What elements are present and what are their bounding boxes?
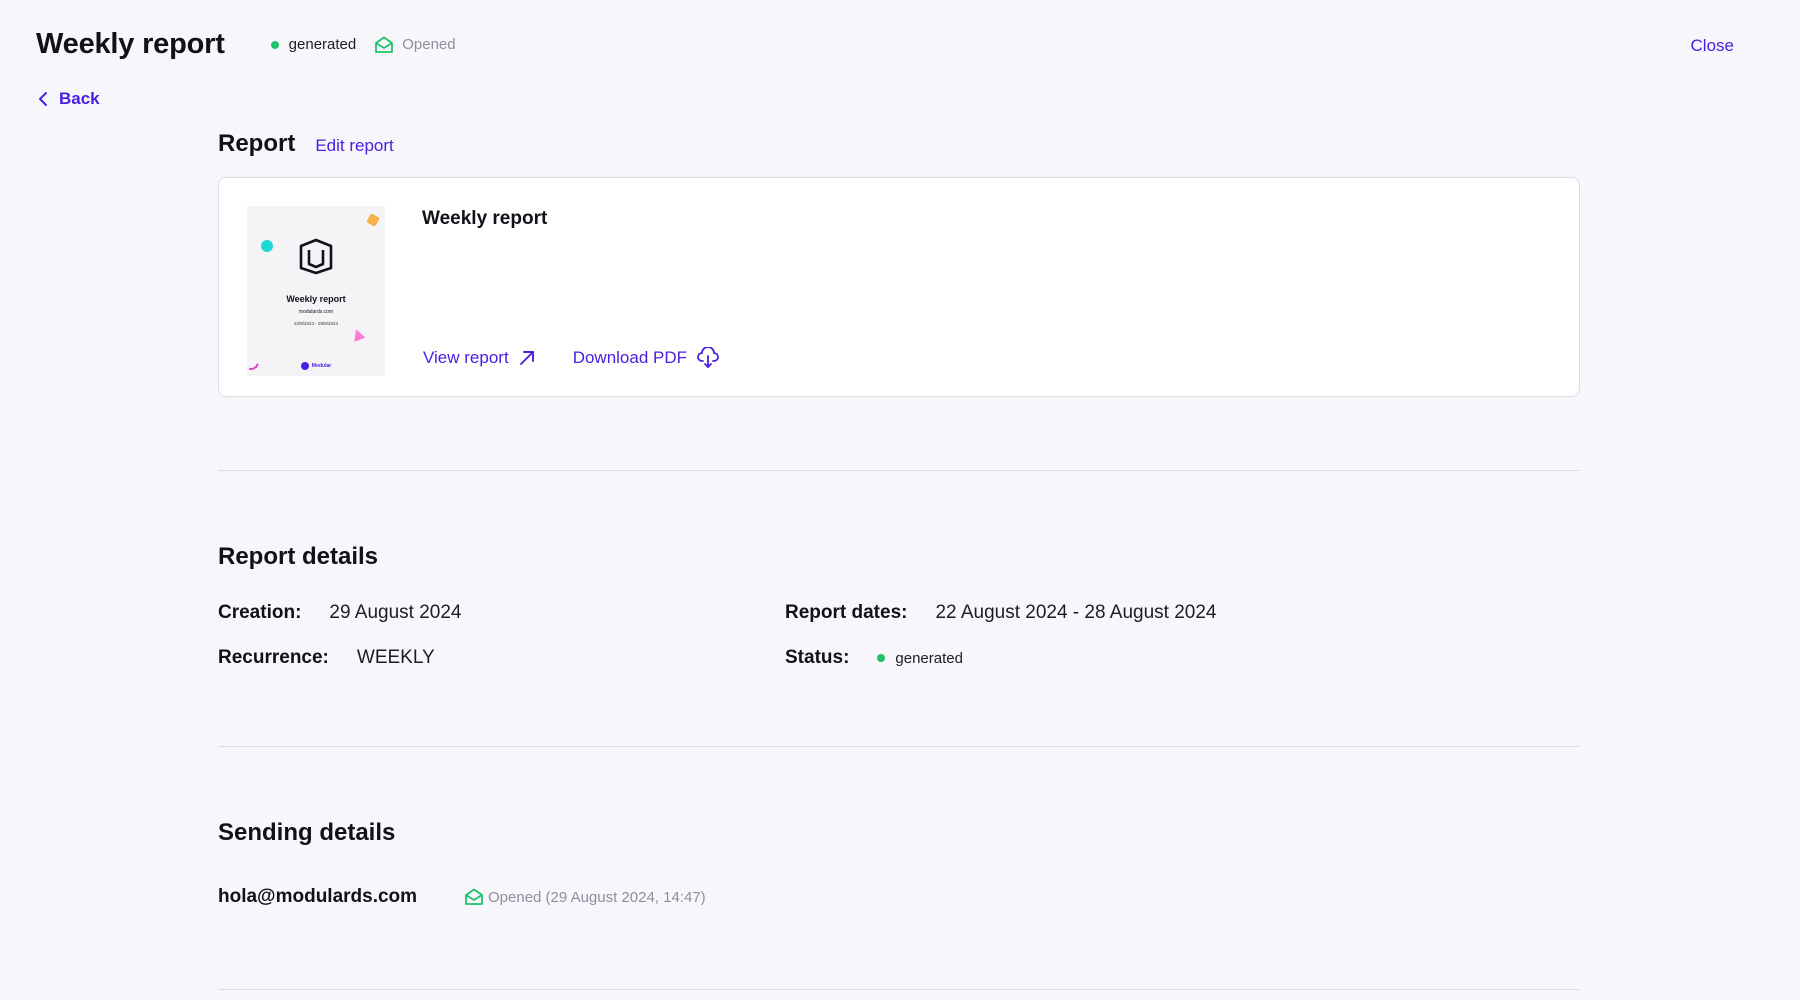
report-detail-page: Weekly report generated Opened Close Bac… [0, 0, 1800, 1000]
status-dot [270, 40, 279, 49]
creation-label: Creation: [218, 602, 302, 623]
decor-triangle [350, 327, 366, 342]
download-pdf-link[interactable]: Download PDF [573, 347, 719, 369]
recurrence-label: Recurrence: [218, 647, 329, 668]
close-button[interactable]: Close [1691, 36, 1734, 56]
report-thumbnail[interactable]: Weekly report modulards.com 22/8/2024 - … [247, 206, 385, 376]
detail-recurrence: Recurrence: WEEKLY [218, 647, 435, 669]
recipient-status-label: Opened (29 August 2024, 14:47) [488, 888, 706, 906]
arrow-up-right-icon [519, 351, 534, 365]
status-detail-value: generated [895, 649, 963, 667]
thumbnail-brand-name: Modular [311, 363, 332, 369]
view-report-link[interactable]: View report [423, 348, 535, 368]
opened-badge: Opened [374, 36, 456, 54]
sending-details-title: Sending details [218, 819, 396, 846]
status-label: generated [288, 36, 357, 53]
opened-label: Opened [402, 36, 456, 53]
report-dates-value: 22 August 2024 - 28 August 2024 [935, 602, 1217, 623]
detail-report-dates: Report dates: 22 August 2024 - 28 August… [785, 602, 1216, 624]
report-details-title: Report details [218, 543, 379, 570]
status-detail-dot [877, 654, 886, 662]
chevron-left-icon [39, 92, 47, 106]
status-detail-badge: generated [877, 650, 963, 667]
recipient-email: hola@modulards.com [218, 886, 418, 907]
status-badge: generated [270, 36, 357, 53]
report-card-title: Weekly report [422, 208, 548, 229]
report-section-header: Report Edit report [218, 130, 394, 158]
report-card-actions: View report Download PDF [423, 347, 719, 369]
recipient-status: Opened (29 August 2024, 14:47) [464, 888, 706, 906]
section-divider [218, 470, 1580, 471]
status-detail-label: Status: [785, 647, 850, 668]
back-button[interactable]: Back [38, 89, 100, 109]
back-label: Back [59, 89, 100, 108]
thumbnail-title: Weekly report [286, 294, 346, 304]
report-section-title: Report [218, 130, 296, 157]
cloud-download-icon [697, 347, 719, 368]
view-report-label: View report [423, 348, 509, 367]
detail-status: Status: generated [785, 647, 963, 669]
decor-dot [261, 240, 273, 252]
thumbnail-brand: Modular [247, 362, 385, 370]
section-divider [218, 746, 1580, 747]
logo-icon [299, 238, 333, 275]
decor-square [366, 213, 380, 227]
recurrence-value: WEEKLY [356, 647, 435, 668]
page-header: Weekly report generated Opened [36, 28, 456, 61]
page-title: Weekly report [36, 28, 225, 60]
brand-logo-icon [300, 362, 309, 370]
report-card: Weekly report modulards.com 22/8/2024 - … [218, 177, 1580, 397]
detail-creation: Creation: 29 August 2024 [218, 602, 461, 624]
thumbnail-site: modulards.com [298, 309, 334, 315]
envelope-open-icon [375, 36, 394, 53]
thumbnail-dates: 22/8/2024 - 28/8/2024 [293, 321, 339, 326]
report-dates-label: Report dates: [785, 602, 908, 623]
download-pdf-label: Download PDF [572, 348, 688, 367]
section-divider [218, 989, 1580, 990]
edit-report-link[interactable]: Edit report [315, 136, 393, 156]
envelope-open-icon [465, 888, 483, 905]
creation-value: 29 August 2024 [329, 602, 462, 623]
